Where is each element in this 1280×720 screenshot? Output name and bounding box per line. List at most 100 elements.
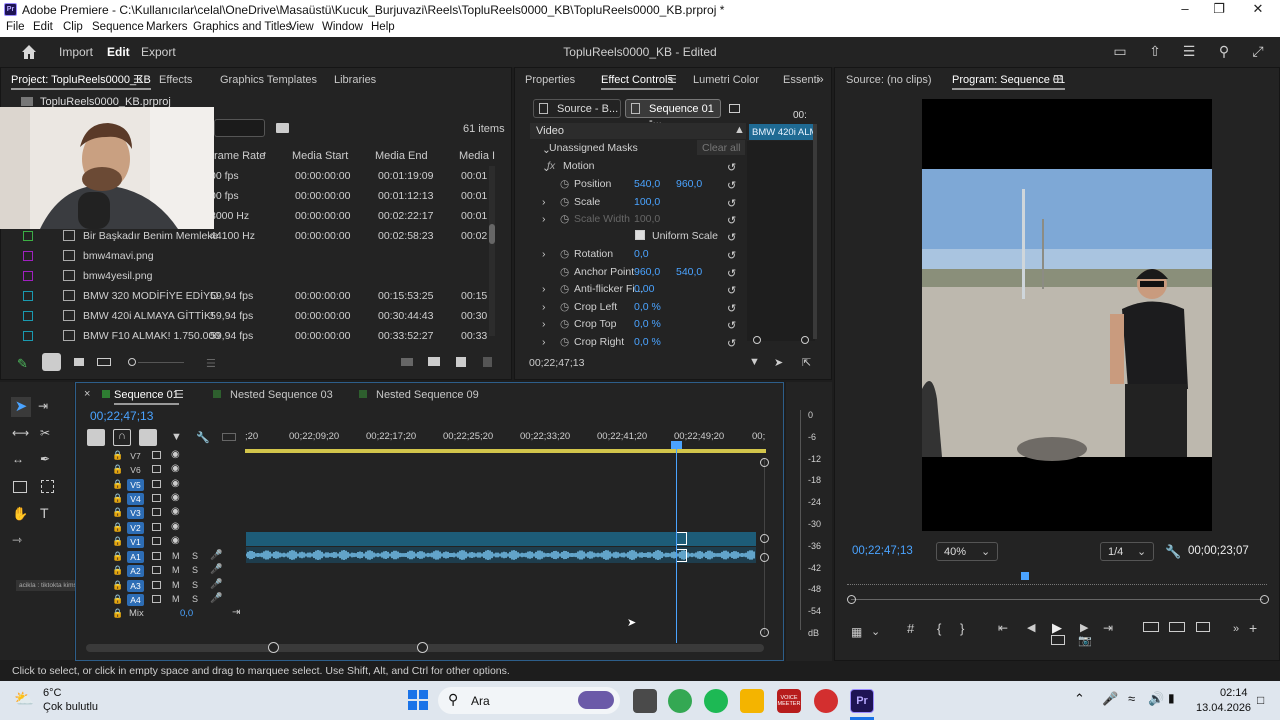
search-input[interactable] — [214, 119, 265, 137]
workspaces-icon[interactable]: ☰ — [1180, 43, 1198, 61]
crop-right-value[interactable]: 0,0 % — [634, 336, 661, 348]
col-media-start[interactable]: Media Start — [292, 150, 348, 162]
list-view-icon[interactable] — [42, 353, 61, 371]
mute-button[interactable]: M — [172, 594, 180, 604]
tab-nested-sequence-03[interactable]: Nested Sequence 03 — [230, 389, 333, 401]
tab-graphics-templates[interactable]: Graphics Templates — [220, 74, 317, 86]
lock-icon[interactable]: 🔒 — [112, 507, 123, 518]
go-to-end-icon[interactable]: ⇥ — [232, 607, 240, 618]
more-controls-icon[interactable]: » — [1233, 623, 1239, 635]
timeline-settings-icon[interactable]: 🔧 — [196, 431, 210, 444]
selection-tool-icon[interactable]: ➤ — [11, 397, 31, 417]
work-area-bar[interactable] — [245, 449, 766, 453]
reset-icon[interactable]: ↺ — [727, 161, 741, 174]
sync-lock-icon[interactable] — [152, 493, 161, 502]
track-target[interactable]: V4 — [127, 492, 144, 505]
close-icon[interactable]: ✕ — [1243, 1, 1273, 17]
audio-track-header[interactable]: 🔒 A1 M S 🎤 — [110, 550, 245, 564]
source-clip-button[interactable]: Source - B... — [533, 99, 621, 118]
reset-icon[interactable]: ↺ — [727, 197, 741, 210]
reset-icon[interactable]: ↺ — [727, 319, 741, 332]
stopwatch-icon[interactable]: ◷ — [560, 283, 569, 295]
eye-icon[interactable]: ◉ — [171, 506, 180, 517]
playhead-marker[interactable] — [1021, 572, 1029, 580]
edit-tab[interactable]: Edit — [107, 45, 130, 59]
vr-video-icon[interactable] — [1051, 635, 1065, 645]
edit-point-marker[interactable] — [676, 549, 687, 562]
anchor-x-value[interactable]: 960,0 — [634, 266, 660, 278]
tab-libraries[interactable]: Libraries — [334, 74, 376, 86]
solo-button[interactable]: S — [192, 551, 198, 561]
step-back-icon[interactable]: ◀ — [1027, 621, 1035, 634]
track-target[interactable]: A2 — [127, 565, 144, 578]
eye-icon[interactable]: ◉ — [171, 521, 180, 532]
lock-icon[interactable]: 🔒 — [112, 551, 123, 562]
minimize-icon[interactable]: – — [1170, 1, 1200, 16]
vscroll-handle[interactable] — [760, 534, 769, 543]
program-video-frame[interactable] — [922, 99, 1212, 531]
app-icon[interactable] — [814, 689, 838, 713]
menu-window[interactable]: Window — [322, 21, 363, 33]
menu-markers[interactable]: Markers — [146, 21, 188, 33]
linked-selection-icon[interactable] — [139, 429, 157, 446]
video-track-header[interactable]: 🔒 V3 ◉ — [110, 506, 245, 520]
chevron-right-icon[interactable]: › — [542, 248, 546, 260]
type-tool-icon[interactable]: T — [40, 505, 49, 521]
panel-menu-icon[interactable]: ☰ — [174, 388, 184, 401]
crop-top-value[interactable]: 0,0 % — [634, 318, 661, 330]
lock-icon[interactable]: 🔒 — [112, 522, 123, 533]
reset-icon[interactable]: ↺ — [727, 337, 741, 350]
track-target[interactable]: V3 — [127, 507, 144, 520]
tab-properties[interactable]: Properties — [525, 74, 575, 86]
zoom-handle-left[interactable] — [847, 595, 856, 604]
col-media-end[interactable]: Media End — [375, 150, 428, 162]
resolution-select[interactable]: 1/4 ⌄ — [1100, 542, 1154, 561]
menu-graphics[interactable]: Graphics and Titles — [193, 21, 291, 33]
chevron-right-icon[interactable]: › — [542, 283, 546, 295]
microphone-icon[interactable]: 🎤 — [210, 564, 222, 575]
audio-track-header[interactable]: 🔒 A2 M S 🎤 — [110, 564, 245, 578]
eye-icon[interactable]: ◉ — [171, 463, 180, 474]
ec-zoom-handle-left[interactable] — [753, 336, 761, 344]
video-track-header[interactable]: 🔒 V1 ◉ — [110, 535, 245, 549]
col-media-duration[interactable]: Media I — [459, 150, 495, 162]
lock-icon[interactable]: 🔒 — [112, 608, 123, 619]
task-view-icon[interactable] — [633, 689, 657, 713]
notification-icon[interactable]: □ — [1257, 693, 1264, 707]
hand-icon[interactable]: ✋ — [12, 506, 28, 522]
automate-icon[interactable] — [401, 358, 413, 366]
sync-lock-icon[interactable] — [152, 580, 161, 589]
motion-effect[interactable]: Motion — [563, 160, 595, 172]
battery-icon[interactable]: ▮ — [1168, 691, 1175, 705]
compare-view-icon[interactable] — [1196, 622, 1210, 632]
sequence-clip-button[interactable]: Sequence 01 -... — [625, 99, 721, 127]
eye-icon[interactable]: ◉ — [171, 449, 180, 460]
sort-icon[interactable]: ☰ — [206, 357, 216, 370]
stopwatch-icon[interactable]: ◷ — [560, 336, 569, 348]
tab-lumetri-color[interactable]: Lumetri Color — [693, 74, 759, 86]
table-row[interactable]: BMW 320 MODİFİYE EDİYO 59,94 fps 00:00:00:… — [15, 286, 495, 306]
stopwatch-icon[interactable]: ◷ — [560, 266, 569, 278]
reset-icon[interactable]: ↺ — [727, 284, 741, 297]
table-row[interactable]: bmw4mavi.png — [15, 246, 495, 266]
lock-icon[interactable]: 🔒 — [112, 536, 123, 547]
position-x-value[interactable]: 540,0 — [634, 178, 660, 190]
lock-icon[interactable]: 🔒 — [112, 464, 123, 475]
label-color-swatch[interactable] — [23, 231, 33, 241]
snap-icon[interactable]: ∩ — [113, 429, 131, 446]
mute-button[interactable]: M — [172, 580, 180, 590]
timeline-timecode[interactable]: 00;22;47;13 — [90, 409, 153, 423]
vscroll-handle[interactable] — [760, 553, 769, 562]
microphone-icon[interactable]: 🎤 — [1102, 691, 1118, 707]
sync-lock-icon[interactable] — [152, 451, 161, 459]
pencil-icon[interactable]: ✎ — [17, 356, 28, 372]
chevron-right-icon[interactable]: › — [542, 336, 546, 348]
crop-left-value[interactable]: 0,0 % — [634, 301, 661, 313]
wrench-icon[interactable]: 🔧 — [1165, 544, 1181, 560]
clock-time[interactable]: 02:14 — [1220, 687, 1248, 699]
program-timecode[interactable]: 00;22;47;13 — [852, 545, 913, 557]
table-row[interactable]: BMW F10 ALMAK! 1.750.000 59,94 fps 00:00:0… — [15, 326, 495, 346]
reset-icon[interactable]: ↺ — [727, 302, 741, 315]
play-audio-icon[interactable]: ➤ — [774, 356, 783, 369]
ec-clip-bar[interactable]: BMW 420i ALM — [749, 124, 813, 140]
